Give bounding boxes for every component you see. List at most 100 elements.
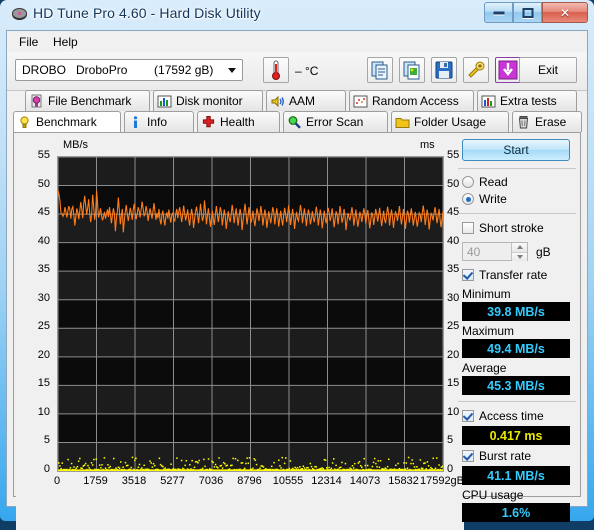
tab-label: Folder Usage: [414, 115, 486, 129]
radio-write-label: Write: [479, 192, 507, 206]
burst-rate-value: 41.1 MB/s: [462, 466, 570, 485]
window-title: HD Tune Pro 4.60 - Hard Disk Utility: [33, 5, 261, 21]
tools-icon[interactable]: [463, 57, 489, 83]
folder-icon: [395, 115, 410, 130]
checkbox-burst-rate[interactable]: Burst rate: [462, 449, 531, 463]
y-axis-label-right: ms: [420, 139, 435, 151]
tab-label: Random Access: [372, 94, 459, 108]
maximize-button[interactable]: [513, 2, 542, 23]
y-tick-left: 45: [30, 206, 50, 218]
short-stroke-size-value: 40: [467, 245, 480, 259]
app-icon: [12, 8, 27, 21]
stepper-down[interactable]: [512, 252, 527, 262]
checkbox-transfer-rate[interactable]: Transfer rate: [462, 268, 547, 282]
short-stroke-stepper[interactable]: [511, 243, 527, 260]
tab-label: Error Scan: [306, 115, 363, 129]
barchart-red-icon: [481, 94, 496, 109]
checkbox-burst-rate-label: Burst rate: [479, 449, 531, 463]
short-stroke-size-input[interactable]: 40: [462, 242, 528, 261]
radio-write[interactable]: Write: [462, 192, 507, 206]
scatter-icon: [353, 94, 368, 109]
y-tick-left: 30: [30, 292, 50, 304]
title-bar: HD Tune Pro 4.60 - Hard Disk Utility ✕: [0, 0, 594, 30]
tab-random-access[interactable]: Random Access: [349, 90, 474, 111]
checkbox-access-time[interactable]: Access time: [462, 409, 544, 423]
drive-selector-value: DROBO DroboPro (17592 gB): [22, 63, 213, 77]
copy-icon[interactable]: [367, 57, 393, 83]
stepper-up[interactable]: [512, 243, 527, 252]
y-axis-label-left: MB/s: [63, 139, 88, 151]
radio-read[interactable]: Read: [462, 175, 508, 189]
minimum-value: 39.8 MB/s: [462, 302, 570, 321]
checkbox-transfer-rate-icon: [462, 269, 474, 281]
tab-label: Disk monitor: [176, 94, 243, 108]
tab-label: Health: [220, 115, 255, 129]
y-tick-left: 55: [30, 149, 50, 161]
drive-selector[interactable]: DROBO DroboPro (17592 gB): [15, 59, 243, 81]
minimum-label: Minimum: [462, 287, 511, 301]
checkbox-access-time-label: Access time: [479, 409, 544, 423]
y-tick-left: 50: [30, 178, 50, 190]
benchmark-chart: MB/s ms 0510152025303540455055 051015202…: [16, 135, 464, 530]
tab-row-bottom: Benchmark Info Health: [7, 111, 587, 132]
cpu-usage-value: 1.6%: [462, 503, 570, 522]
checkbox-short-stroke-label: Short stroke: [479, 221, 544, 235]
start-button[interactable]: Start: [462, 139, 570, 161]
speaker-icon: [270, 94, 285, 109]
y-tick-left: 25: [30, 320, 50, 332]
tab-folder-usage[interactable]: Folder Usage: [391, 111, 509, 132]
checkbox-short-stroke-icon: [462, 222, 474, 234]
tab-label: AAM: [289, 94, 315, 108]
chevron-down-icon: [228, 68, 236, 73]
toolbar: DROBO DroboPro (17592 gB) – °C: [7, 52, 587, 91]
tab-health[interactable]: Health: [197, 111, 280, 132]
tab-label: File Benchmark: [48, 94, 131, 108]
y-tick-left: 40: [30, 235, 50, 247]
average-value: 45.3 MB/s: [462, 376, 570, 395]
exit-button[interactable]: Exit: [519, 57, 577, 83]
average-label: Average: [462, 361, 506, 375]
radio-read-label: Read: [479, 175, 508, 189]
y-tick-left: 20: [30, 349, 50, 361]
app-window: HD Tune Pro 4.60 - Hard Disk Utility ✕ F…: [0, 0, 594, 521]
minimize-button[interactable]: [484, 2, 513, 23]
tab-row-top: File Benchmark Disk monitor: [7, 90, 587, 111]
close-button[interactable]: ✕: [542, 2, 588, 23]
redcross-icon: [201, 115, 216, 130]
checkbox-burst-rate-icon: [462, 450, 474, 462]
y-tick-left: 10: [30, 406, 50, 418]
cpu-usage-label: CPU usage: [462, 488, 523, 502]
magnifier-icon: [287, 115, 302, 130]
tab-file-benchmark[interactable]: File Benchmark: [25, 90, 150, 111]
y-tick-left: 35: [30, 263, 50, 275]
temperature-button[interactable]: [263, 57, 289, 83]
y-tick-left: 0: [30, 463, 50, 475]
menu-file[interactable]: File: [13, 34, 44, 50]
screenshot-icon[interactable]: [399, 57, 425, 83]
checkbox-short-stroke[interactable]: Short stroke: [462, 221, 544, 235]
info-icon: [128, 115, 143, 130]
controls-panel: Start Read Write Short stroke 40: [456, 135, 578, 494]
benchmark-panel: MB/s ms 0510152025303540455055 051015202…: [13, 132, 581, 497]
tab-aam[interactable]: AAM: [266, 90, 346, 111]
tab-benchmark[interactable]: Benchmark: [13, 111, 121, 132]
checkbox-transfer-rate-label: Transfer rate: [479, 268, 547, 282]
download-icon[interactable]: [495, 57, 521, 83]
tab-extra-tests[interactable]: Extra tests: [477, 90, 577, 111]
tab-disk-monitor[interactable]: Disk monitor: [153, 90, 263, 111]
tab-error-scan[interactable]: Error Scan: [283, 111, 388, 132]
y-tick-left: 5: [30, 434, 50, 446]
access-time-value: 0.417 ms: [462, 426, 570, 445]
save-icon[interactable]: [431, 57, 457, 83]
menu-help[interactable]: Help: [47, 34, 84, 50]
plot-area: [57, 156, 444, 472]
temperature-value: – °C: [295, 64, 318, 78]
maximum-label: Maximum: [462, 324, 514, 338]
checkbox-access-time-icon: [462, 410, 474, 422]
tab-info[interactable]: Info: [124, 111, 194, 132]
radio-write-icon: [462, 193, 474, 205]
tab-label: Benchmark: [36, 115, 97, 129]
tab-erase[interactable]: Erase: [512, 111, 582, 132]
short-stroke-unit: gB: [536, 245, 551, 259]
tab-label: Erase: [535, 115, 566, 129]
